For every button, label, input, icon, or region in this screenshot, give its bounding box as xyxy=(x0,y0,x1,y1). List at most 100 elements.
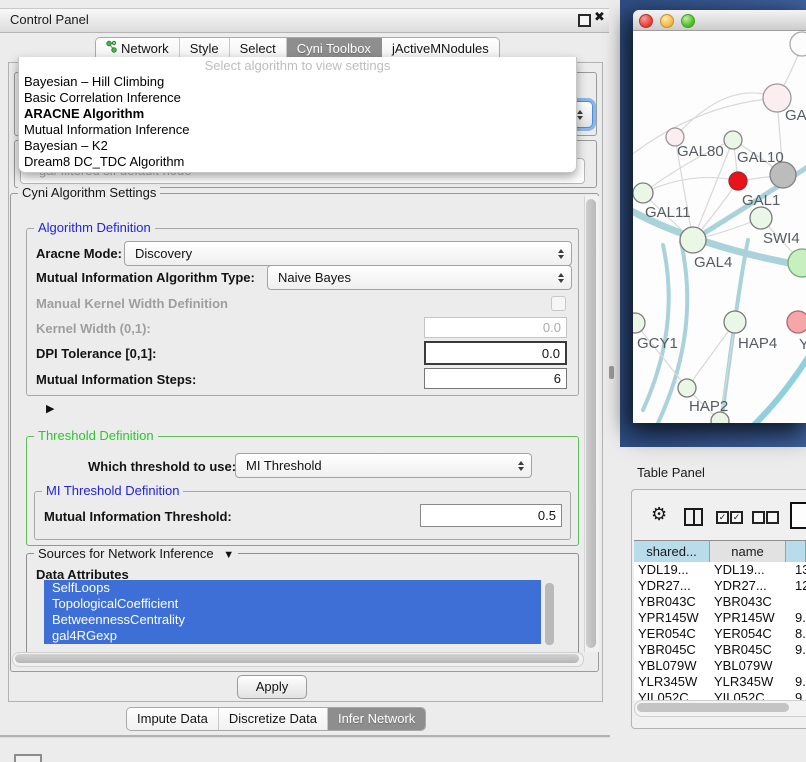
data-attributes-list: SelfLoopsTopologicalCoefficientBetweenne… xyxy=(44,580,556,650)
table-row[interactable]: YIL052CYIL052C9 xyxy=(634,690,806,700)
file-icon[interactable] xyxy=(790,502,806,529)
table-cell: YBL079W xyxy=(710,658,786,674)
mi-threshold-label: Mutual Information Threshold: xyxy=(44,509,232,524)
algorithm-option-basic-correlation-inference[interactable]: Basic Correlation Inference xyxy=(19,90,576,106)
table-row[interactable]: YER054CYER054C8. xyxy=(634,626,806,642)
network-window-titlebar[interactable] xyxy=(633,10,806,31)
gear-icon[interactable]: ⚙ xyxy=(651,504,667,525)
hub-definition-expander[interactable]: ▶ xyxy=(36,400,54,415)
which-threshold-select[interactable]: MI Threshold xyxy=(235,453,532,478)
network-window[interactable]: GALGAL80GAL10GAL1GAL11SWI4GAL4GCY1HAP4YH… xyxy=(633,10,806,423)
threshold-definition-title: Threshold Definition xyxy=(34,429,158,443)
table-row[interactable]: YBR043CYBR043C xyxy=(634,594,806,610)
node-label-gal10: GAL10 xyxy=(737,149,784,166)
panel-splitter-handle[interactable] xyxy=(609,366,614,379)
close-icon[interactable]: ✖ xyxy=(594,9,605,25)
combo-arrows-icon xyxy=(558,273,564,283)
control-panel-title: Control Panel xyxy=(10,12,89,27)
column-header-name[interactable]: name xyxy=(710,541,786,563)
table-row[interactable]: YBR045CYBR045C9. xyxy=(634,642,806,658)
checked-checkbox-icon[interactable]: ✓ xyxy=(716,511,729,524)
table-cell: YBR045C xyxy=(710,642,786,658)
bottom-tab-bar: Impute Data Discretize DataInfer Network xyxy=(126,707,426,731)
control-panel-titlebar xyxy=(0,8,609,33)
mi-algorithm-type-select[interactable]: Naive Bayes xyxy=(267,265,572,290)
table-horizontal-scrollbar-thumb[interactable] xyxy=(637,703,789,712)
table-cell: 9. xyxy=(786,610,806,626)
settings-vertical-scrollbar-thumb[interactable] xyxy=(586,199,596,648)
table-row[interactable]: YDR27...YDR27...12 xyxy=(634,578,806,594)
table-row[interactable]: YLR345WYLR345W9. xyxy=(634,674,806,690)
unchecked-checkbox-icon[interactable] xyxy=(752,511,765,524)
attribute-topologicalcoefficient[interactable]: TopologicalCoefficient xyxy=(44,596,541,612)
node-label-gal80: GAL80 xyxy=(677,143,724,160)
dpi-tolerance-field[interactable] xyxy=(424,341,567,365)
tab-label: Impute Data xyxy=(137,708,208,730)
kernel-width-field[interactable] xyxy=(424,317,567,338)
tab-impute-data[interactable]: Impute Data xyxy=(127,708,219,730)
table-cell: YBL079W xyxy=(634,658,710,674)
algorithm-dropdown: Select algorithm to view settings Bayesi… xyxy=(18,57,577,173)
table-cell: YIL052C xyxy=(710,690,786,700)
column-header-col3[interactable] xyxy=(786,541,806,563)
sources-group-title[interactable]: Sources for Network Inference ▼ xyxy=(34,547,238,562)
mi-steps-field[interactable] xyxy=(424,368,567,389)
table-cell: YDR27... xyxy=(634,578,710,594)
algorithm-option-bayesian-k2[interactable]: Bayesian – K2 xyxy=(19,138,576,154)
minimize-traffic-light-icon[interactable] xyxy=(660,14,674,28)
aracne-mode-label: Aracne Mode: xyxy=(36,246,122,261)
node-label-gal: GAL xyxy=(785,107,806,124)
algorithm-option-dream8-dc-tdc-algorithm[interactable]: Dream8 DC_TDC Algorithm xyxy=(19,154,576,170)
float-window-icon[interactable] xyxy=(578,14,591,27)
column-header-shared[interactable]: shared... xyxy=(634,541,710,563)
table-row[interactable]: YPR145WYPR145W9. xyxy=(634,610,806,626)
attributes-scrollbar-thumb[interactable] xyxy=(545,583,554,645)
node-label-gal4: GAL4 xyxy=(694,254,732,271)
table-cell: YIL052C xyxy=(634,690,710,700)
manual-kernel-label: Manual Kernel Width Definition xyxy=(36,296,228,311)
columns-icon[interactable] xyxy=(684,508,703,526)
close-traffic-light-icon[interactable] xyxy=(639,14,653,28)
table-cell: 8. xyxy=(786,626,806,642)
collapsed-panel-icon[interactable] xyxy=(14,754,42,762)
which-threshold-label: Which threshold to use: xyxy=(88,459,236,474)
attribute-selfloops[interactable]: SelfLoops xyxy=(44,580,541,596)
combo-arrows-icon xyxy=(558,249,564,259)
table-cell: YER054C xyxy=(710,626,786,642)
table-cell xyxy=(786,594,806,610)
mi-type-value: Naive Bayes xyxy=(268,270,351,285)
table-body: YDL19...YDL19...13YDR27...YDR27...12YBR0… xyxy=(634,562,806,700)
mi-threshold-group-title: MI Threshold Definition xyxy=(42,484,183,498)
table-cell: YBR045C xyxy=(634,642,710,658)
node-label-hap2: HAP2 xyxy=(689,398,728,415)
checked-checkbox-icon[interactable]: ✓ xyxy=(730,511,743,524)
unchecked-checkbox-icon[interactable] xyxy=(766,511,779,524)
attribute-betweennesscentrality[interactable]: BetweennessCentrality xyxy=(44,612,541,628)
table-cell: 12 xyxy=(786,578,806,594)
node-label-swi4: SWI4 xyxy=(763,230,800,247)
which-threshold-value: MI Threshold xyxy=(236,458,322,473)
node-label-hap4: HAP4 xyxy=(738,335,777,352)
aracne-mode-value: Discovery xyxy=(125,246,192,261)
tab-discretize-data[interactable]: Discretize Data xyxy=(219,708,328,730)
algorithm-option-bayesian-hill-climbing[interactable]: Bayesian – Hill Climbing xyxy=(19,74,576,90)
table-cell: YLR345W xyxy=(710,674,786,690)
table-cell: YER054C xyxy=(634,626,710,642)
apply-button[interactable]: Apply xyxy=(237,675,307,699)
table-row[interactable]: YDL19...YDL19...13 xyxy=(634,562,806,578)
table-row[interactable]: YBL079WYBL079W xyxy=(634,658,806,674)
aracne-mode-select[interactable]: Discovery xyxy=(124,241,572,266)
table-cell: YDL19... xyxy=(634,562,710,578)
collapse-down-icon: ▼ xyxy=(223,549,234,561)
table-cell: 9. xyxy=(786,642,806,658)
zoom-traffic-light-icon[interactable] xyxy=(681,14,695,28)
attribute-gal4rgexp[interactable]: gal4RGexp xyxy=(44,628,541,644)
tab-infer-network[interactable]: Infer Network xyxy=(328,708,425,730)
settings-horizontal-scrollbar-thumb[interactable] xyxy=(15,654,579,663)
table-cell: 13 xyxy=(786,562,806,578)
manual-kernel-checkbox[interactable] xyxy=(551,296,566,311)
algorithm-option-mutual-information-inference[interactable]: Mutual Information Inference xyxy=(19,122,576,138)
table-cell: YPR145W xyxy=(710,610,786,626)
mi-threshold-field[interactable] xyxy=(420,504,562,527)
algorithm-option-aracne-algorithm[interactable]: ARACNE Algorithm xyxy=(19,106,576,122)
